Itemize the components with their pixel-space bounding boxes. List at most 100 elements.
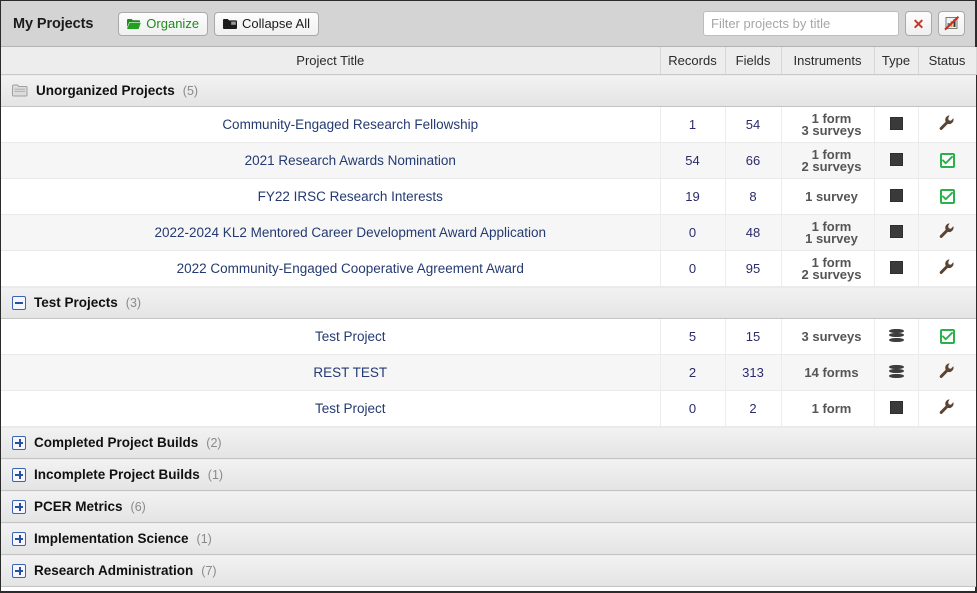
- project-title-link[interactable]: Test Project: [315, 401, 386, 416]
- table-row[interactable]: REST TEST 2 313 14 forms: [1, 354, 976, 391]
- project-title-cell[interactable]: REST TEST: [1, 354, 661, 391]
- project-type-cell: [874, 106, 919, 143]
- project-title-cell[interactable]: 2022-2024 KL2 Mentored Career Developmen…: [1, 214, 661, 251]
- table-row[interactable]: 2021 Research Awards Nomination 54 66 1 for…: [1, 142, 976, 179]
- project-group-count: (1): [196, 531, 212, 546]
- projects-table: Project Title Records Fields Instruments…: [1, 47, 977, 587]
- project-group-header-cell[interactable]: Incomplete Project Builds (1): [1, 458, 976, 491]
- column-header-instruments[interactable]: Instruments: [781, 47, 875, 75]
- plus-toggle-icon[interactable]: [12, 435, 26, 450]
- column-header-fields[interactable]: Fields: [725, 47, 782, 75]
- table-row[interactable]: Community-Engaged Research Fellowship 1 54…: [1, 106, 976, 143]
- instrument-count: 2 surveys: [801, 266, 862, 282]
- square-classic-icon: [889, 224, 903, 238]
- export-projects-button[interactable]: [938, 11, 965, 36]
- project-group-header[interactable]: Implementation Science (1): [1, 522, 976, 555]
- plus-toggle-icon[interactable]: [12, 467, 26, 482]
- filter-projects-input[interactable]: [703, 11, 899, 36]
- wrench-development-icon: [939, 223, 955, 239]
- clear-filter-button[interactable]: ✕: [905, 11, 932, 36]
- minus-toggle-icon[interactable]: [12, 295, 26, 310]
- project-group-name: Test Projects: [34, 295, 118, 310]
- project-type-cell: [874, 318, 919, 355]
- instrument-count: 1 survey: [805, 230, 858, 246]
- wrench-development-icon: [939, 115, 955, 131]
- project-group-name: Implementation Science: [34, 531, 189, 546]
- column-header-type[interactable]: Type: [874, 47, 919, 75]
- my-projects-window: My Projects Organize Collapse All Filter…: [0, 0, 977, 593]
- instrument-line: 14 forms: [791, 366, 873, 379]
- project-instruments-cell: 1 form 2 surveys: [781, 250, 875, 287]
- project-instruments-cell: 1 survey: [781, 178, 875, 215]
- project-group-header-cell[interactable]: Test Projects (3): [1, 286, 976, 319]
- organize-button-label: Organize: [146, 16, 200, 31]
- project-group-header-cell[interactable]: Research Administration (7): [1, 554, 976, 587]
- table-row[interactable]: 2022-2024 KL2 Mentored Career Developmen…: [1, 214, 976, 251]
- project-title-cell[interactable]: 2022 Community-Engaged Cooperative Agree…: [1, 250, 661, 287]
- project-group-header[interactable]: PCER Metrics (6): [1, 490, 976, 523]
- wrench-development-icon: [939, 259, 955, 275]
- project-title-cell[interactable]: Test Project: [1, 318, 661, 355]
- wrench-development-icon: [939, 399, 955, 415]
- square-classic-icon: [889, 152, 903, 166]
- plus-toggle-icon[interactable]: [12, 563, 26, 578]
- project-group-header-cell[interactable]: PCER Metrics (6): [1, 490, 976, 523]
- column-header-records[interactable]: Records: [660, 47, 726, 75]
- table-row[interactable]: FY22 IRSC Research Interests 19 8 1 survey: [1, 178, 976, 215]
- instrument-count: 1 form: [811, 400, 852, 416]
- project-group-header-cell[interactable]: Completed Project Builds (2): [1, 426, 976, 459]
- project-title-cell[interactable]: Test Project: [1, 390, 661, 427]
- table-row[interactable]: 2022 Community-Engaged Cooperative Agree…: [1, 250, 976, 287]
- project-group-count: (1): [207, 467, 224, 482]
- instrument-count: 1 survey: [805, 188, 858, 204]
- project-title-link[interactable]: 2021 Research Awards Nomination: [245, 153, 456, 168]
- column-header-status[interactable]: Status: [918, 47, 977, 75]
- project-title-link[interactable]: Community-Engaged Research Fellowship: [222, 117, 478, 132]
- project-title-link[interactable]: REST TEST: [313, 365, 387, 380]
- table-row[interactable]: Test Project 5 15 3 surveys: [1, 318, 976, 355]
- titlebar: My Projects Organize Collapse All Filter…: [1, 1, 975, 47]
- project-group-count: (5): [182, 83, 199, 98]
- page-title: My Projects: [13, 15, 94, 32]
- project-group-header-cell[interactable]: Unorganized Projects (5): [1, 74, 976, 107]
- instrument-line: 1 form: [791, 400, 873, 416]
- project-instruments-cell: 1 form 2 surveys: [781, 142, 875, 179]
- project-title-cell[interactable]: Community-Engaged Research Fellowship: [1, 106, 661, 143]
- project-group-name: Unorganized Projects: [36, 83, 175, 98]
- project-title-cell[interactable]: 2021 Research Awards Nomination: [1, 142, 661, 179]
- project-group-header[interactable]: Unorganized Projects (5): [1, 74, 976, 107]
- filter-area: ✕: [703, 11, 965, 36]
- column-header-title[interactable]: Project Title: [1, 47, 661, 75]
- project-title-cell[interactable]: FY22 IRSC Research Interests: [1, 178, 661, 215]
- project-records-count: 2: [660, 354, 726, 391]
- project-group-count: (7): [201, 563, 217, 578]
- instrument-line: 1 survey: [791, 188, 873, 204]
- project-group-header-cell[interactable]: Implementation Science (1): [1, 522, 976, 555]
- project-group-header[interactable]: Test Projects (3): [1, 286, 976, 319]
- plus-toggle-icon[interactable]: [12, 499, 26, 514]
- project-group-header[interactable]: Research Administration (7): [1, 554, 976, 587]
- table-row[interactable]: Test Project 0 2 1 form: [1, 390, 976, 427]
- green-check-production-icon: [939, 189, 955, 204]
- plus-toggle-icon[interactable]: [12, 531, 26, 546]
- project-group-name: Completed Project Builds: [34, 435, 199, 450]
- project-fields-count: 15: [725, 318, 782, 355]
- project-records-count: 5: [660, 318, 726, 355]
- project-status-cell: [918, 106, 976, 143]
- project-type-cell: [874, 354, 919, 391]
- wrench-development-icon: [939, 363, 955, 379]
- project-title-link[interactable]: 2022 Community-Engaged Cooperative Agree…: [177, 261, 524, 276]
- project-type-cell: [874, 390, 919, 427]
- project-status-cell: [918, 390, 976, 427]
- project-group-header[interactable]: Incomplete Project Builds (1): [1, 458, 976, 491]
- instrument-count: 3 surveys: [801, 122, 862, 138]
- organize-button[interactable]: Organize: [118, 11, 209, 36]
- project-group-name: PCER Metrics: [34, 499, 123, 514]
- project-title-link[interactable]: 2022-2024 KL2 Mentored Career Developmen…: [155, 225, 547, 240]
- collapse-all-button[interactable]: Collapse All: [214, 11, 319, 36]
- project-title-link[interactable]: FY22 IRSC Research Interests: [258, 189, 443, 204]
- projects-table-wrapper: Project Title Records Fields Instruments…: [1, 47, 977, 591]
- project-group-header[interactable]: Completed Project Builds (2): [1, 426, 976, 459]
- project-title-link[interactable]: Test Project: [315, 329, 386, 344]
- instrument-line: 3 surveys: [791, 122, 873, 138]
